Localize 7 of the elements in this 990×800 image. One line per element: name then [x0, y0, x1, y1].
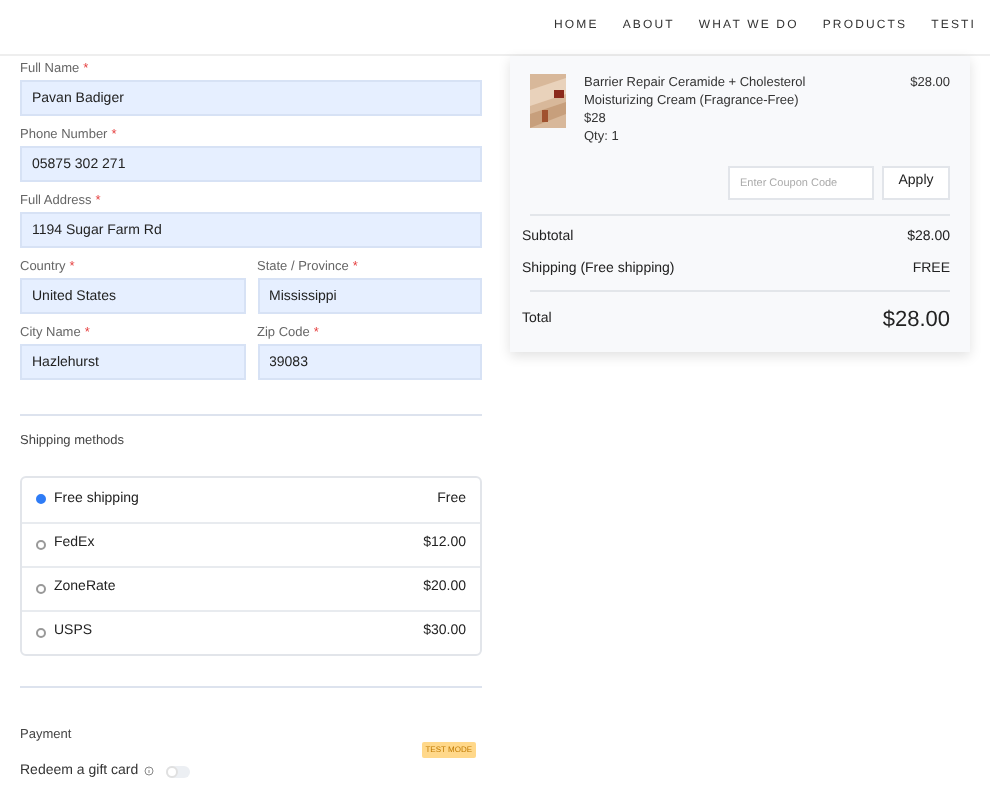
radio-button[interactable] — [36, 583, 46, 594]
radio-button[interactable] — [36, 627, 46, 638]
radio-button[interactable] — [36, 494, 46, 505]
toggle-switch[interactable] — [166, 765, 191, 778]
info-icon — [144, 766, 155, 777]
total-value: $28.00 — [882, 306, 950, 336]
radio-button[interactable] — [36, 539, 46, 550]
